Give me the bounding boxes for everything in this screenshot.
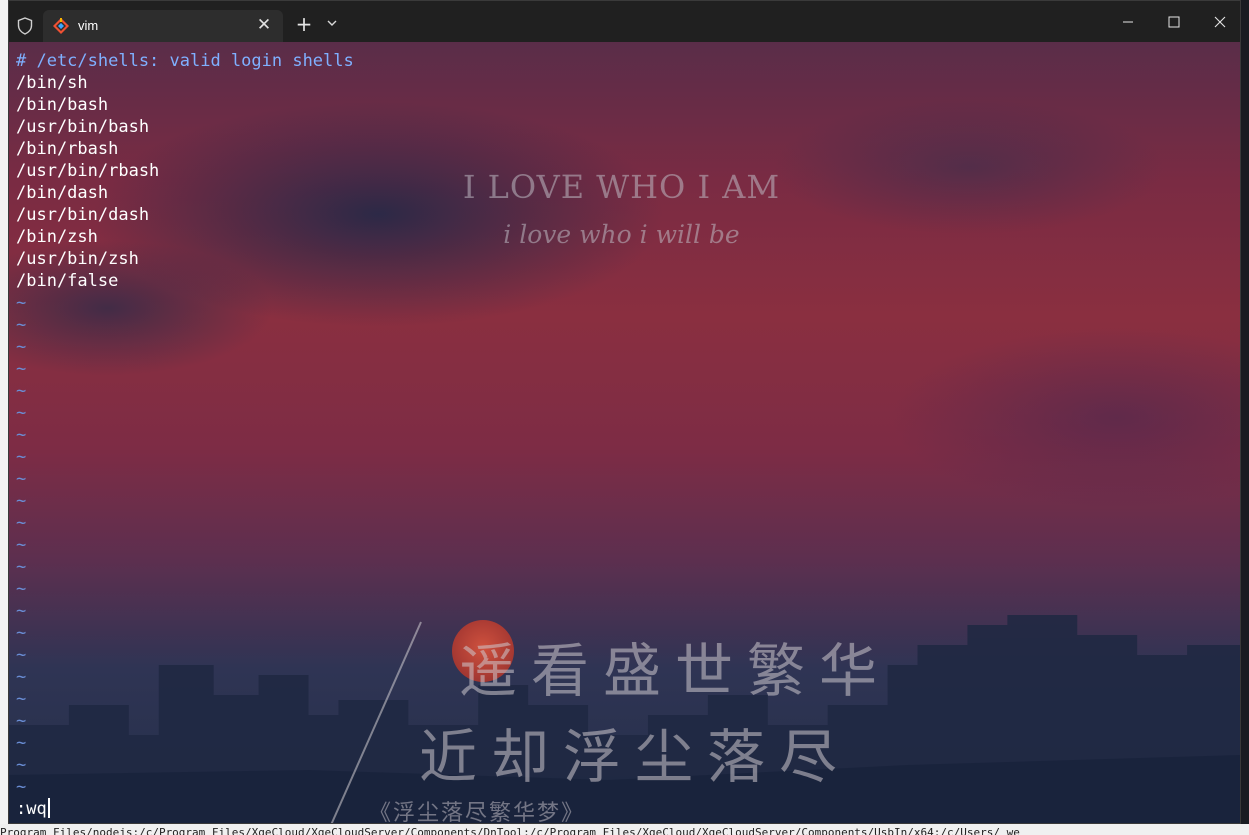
wallpaper-poem-line-2: 近却浮尘落尽: [419, 723, 852, 791]
empty-line-markers: ~ ~ ~ ~ ~ ~ ~ ~ ~ ~ ~ ~ ~ ~ ~ ~ ~ ~ ~ ~ ~ ~ ~: [16, 292, 354, 798]
buffer-lines: /bin/sh/bin/bash/usr/bin/bash/bin/rbash /…: [16, 72, 354, 292]
buffer-line: /bin/rbash: [16, 139, 119, 159]
maximize-button[interactable]: [1150, 1, 1196, 42]
buffer-comment-line: # /etc/shells: valid login shells: [16, 51, 354, 71]
tab-title: vim: [78, 18, 99, 33]
tilde-line: ~: [16, 293, 27, 313]
buffer-line: /bin/bash: [16, 95, 109, 115]
command-text: :wq: [16, 799, 47, 819]
tilde-line: ~: [16, 755, 27, 775]
vim-command-line[interactable]: :wq: [16, 798, 50, 820]
tilde-line: ~: [16, 425, 27, 445]
buffer-line: /usr/bin/zsh: [16, 249, 139, 269]
tilde-line: ~: [16, 337, 27, 357]
close-icon: [1214, 16, 1226, 28]
tilde-line: ~: [16, 381, 27, 401]
minimize-icon: [1123, 21, 1133, 23]
tilde-line: ~: [16, 667, 27, 687]
title-bar: vim ✕ +: [9, 1, 1240, 42]
vim-buffer[interactable]: # /etc/shells: valid login shells/bin/sh…: [16, 50, 354, 798]
terminal-area[interactable]: I LOVE WHO I AM i love who i will be 遥看盛…: [9, 42, 1240, 824]
tilde-line: ~: [16, 359, 27, 379]
minimize-button[interactable]: [1104, 1, 1150, 42]
tilde-line: ~: [16, 733, 27, 753]
tilde-line: ~: [16, 315, 27, 335]
text-cursor: [47, 798, 50, 818]
tilde-line: ~: [16, 535, 27, 555]
buffer-line: /bin/sh: [16, 73, 88, 93]
tilde-line: ~: [16, 469, 27, 489]
tilde-line: ~: [16, 447, 27, 467]
buffer-line: /usr/bin/rbash: [16, 161, 160, 181]
tilde-line: ~: [16, 645, 27, 665]
tab-close-button[interactable]: ✕: [255, 16, 273, 34]
tilde-line: ~: [16, 513, 27, 533]
tilde-line: ~: [16, 689, 27, 709]
maximize-icon: [1168, 16, 1180, 28]
buffer-line: /bin/dash: [16, 183, 109, 203]
buffer-line: /usr/bin/bash: [16, 117, 150, 137]
tilde-line: ~: [16, 777, 27, 797]
buffer-line: /bin/zsh: [16, 227, 98, 247]
close-window-button[interactable]: [1196, 1, 1240, 42]
tilde-line: ~: [16, 711, 27, 731]
buffer-line: /usr/bin/dash: [16, 205, 150, 225]
tilde-line: ~: [16, 623, 27, 643]
new-tab-button[interactable]: +: [293, 13, 315, 35]
background-window-path-text: Program Files/nodejs;/c/Program Files/Xg…: [0, 824, 1249, 835]
tilde-line: ~: [16, 491, 27, 511]
terminal-window: vim ✕ + I LOVE WHO I AM i love who i wil…: [8, 0, 1241, 824]
tilde-line: ~: [16, 557, 27, 577]
chevron-down-icon[interactable]: [325, 15, 339, 31]
wallpaper-poem-line-1: 遥看盛世繁华: [459, 637, 892, 705]
shield-icon: [17, 17, 33, 35]
tilde-line: ~: [16, 579, 27, 599]
wallpaper-poem-source: 《浮尘落尽繁华梦》: [369, 801, 586, 824]
tab-vim[interactable]: vim ✕: [43, 10, 283, 42]
tilde-line: ~: [16, 601, 27, 621]
buffer-line: /bin/false: [16, 271, 119, 291]
git-bash-icon: [53, 18, 69, 34]
tilde-line: ~: [16, 403, 27, 423]
